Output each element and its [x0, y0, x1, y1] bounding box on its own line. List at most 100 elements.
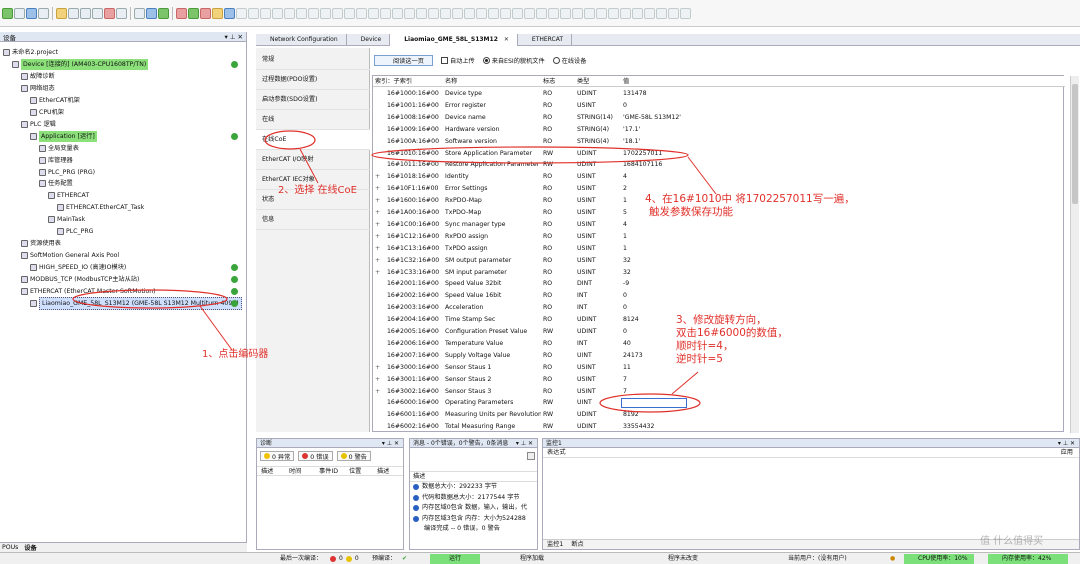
radio-online-device[interactable]: 在线设备	[552, 56, 586, 65]
table-row[interactable]: 16#1009:16#00 Hardware version RO STRING(4)…	[373, 124, 1065, 136]
table-row[interactable]: +16#3002:16#00 Sensor Staus 3 RO USINT 7	[373, 386, 1065, 398]
delete-icon[interactable]	[116, 7, 127, 19]
table-row[interactable]: 16#2001:16#00 Speed Value 32bit RO DINT -9	[373, 278, 1065, 290]
toolbar-button-icon[interactable]	[380, 7, 391, 19]
toolbar-button-icon[interactable]	[332, 7, 343, 19]
expand-icon[interactable]: +	[375, 243, 383, 255]
diag-filter-chip[interactable]: 0 警告	[336, 451, 371, 461]
toolbar-button-icon[interactable]	[644, 7, 655, 19]
messages-pin-controls[interactable]: ▾ ⊥ ✕	[516, 439, 533, 447]
column-header[interactable]: 标志	[543, 76, 575, 87]
cell-value[interactable]: 1	[623, 231, 703, 243]
table-row[interactable]: +16#1C00:16#00 Sync manager type RO USINT 4	[373, 219, 1065, 231]
toolbar-button-icon[interactable]	[596, 7, 607, 19]
device-tree-item[interactable]: 未命名2.project	[3, 47, 58, 58]
stop-icon[interactable]	[200, 7, 211, 19]
watch-pin-controls[interactable]: ▾ ⊥ ✕	[1058, 439, 1075, 447]
new-icon[interactable]	[2, 7, 13, 19]
toolbar-button-icon[interactable]	[416, 7, 427, 19]
toolbar-button-icon[interactable]	[464, 7, 475, 19]
toolbar-button-icon[interactable]	[428, 7, 439, 19]
device-tree-item[interactable]: MainTask	[48, 214, 85, 225]
toolbar-button-icon[interactable]	[452, 7, 463, 19]
print-icon[interactable]	[38, 7, 49, 19]
cell-value[interactable]: 131478	[623, 88, 703, 100]
cell-value[interactable]: 7	[623, 386, 703, 398]
cut-icon[interactable]	[80, 7, 91, 19]
toolbar-button-icon[interactable]	[236, 7, 247, 19]
cell-value[interactable]: 32	[623, 255, 703, 267]
toolbar-button-icon[interactable]	[392, 7, 403, 19]
cell-value[interactable]: 33554432	[623, 421, 703, 433]
cell-value[interactable]: 'GME-58L S13M12'	[623, 112, 703, 124]
device-tree-item[interactable]: ETHERCAT	[48, 190, 89, 201]
scrollbar-thumb[interactable]	[1072, 84, 1078, 204]
step-icon[interactable]	[224, 7, 235, 19]
reset-icon[interactable]	[212, 7, 223, 19]
toolbar-button-icon[interactable]	[368, 7, 379, 19]
cell-value[interactable]: -9	[623, 278, 703, 290]
table-row[interactable]: 16#1011:16#00 Restore Application Paramet…	[373, 159, 1065, 171]
table-row[interactable]: 16#100A:16#00 Software version RO STRING(4)…	[373, 136, 1065, 148]
cell-value[interactable]: 4	[623, 171, 703, 183]
diag-column[interactable]: 位置	[345, 467, 373, 475]
cell-value[interactable]: 7	[623, 374, 703, 386]
column-header[interactable]: 类型	[577, 76, 621, 87]
cell-value[interactable]: 1702257011	[623, 148, 703, 160]
toolbar-button-icon[interactable]	[548, 7, 559, 19]
logout-icon[interactable]	[176, 7, 187, 19]
toolbar-button-icon[interactable]	[356, 7, 367, 19]
tab-watch1[interactable]: 监控1	[547, 540, 563, 549]
auto-upload-checkbox[interactable]: 自动上传	[440, 56, 475, 65]
expand-icon[interactable]: +	[375, 219, 383, 231]
toolbar-button-icon[interactable]	[536, 7, 547, 19]
diag-column[interactable]: 描述	[373, 467, 403, 475]
device-tree-item[interactable]: ETHERCAT (EtherCAT Master SoftMotion)	[21, 286, 156, 297]
table-row[interactable]: 16#6002:16#00 Total Measuring Range RW UDIN…	[373, 421, 1065, 433]
expand-icon[interactable]: +	[375, 362, 383, 374]
tab-devices[interactable]: 设备	[24, 543, 36, 552]
column-header[interactable]: 值	[623, 76, 703, 87]
cell-value[interactable]: 4	[623, 219, 703, 231]
column-header[interactable]: 名称	[445, 76, 541, 87]
device-tree-item[interactable]: PLC 逻辑	[21, 119, 56, 130]
read-page-button[interactable]: 阅读这一页	[374, 54, 433, 66]
device-tree-item[interactable]: ETHERCAT.EtherCAT_Task	[57, 202, 144, 213]
toolbar-button-icon[interactable]	[680, 7, 691, 19]
device-tree-item[interactable]: Application [运行]	[30, 130, 97, 142]
cell-value[interactable]: 0	[623, 100, 703, 112]
table-row[interactable]: +16#1C12:16#00 RxPDO assign RO USINT 1	[373, 231, 1065, 243]
redo-icon[interactable]	[68, 7, 79, 19]
editor-nav-item[interactable]: 常规	[256, 50, 370, 70]
expand-icon[interactable]: +	[375, 374, 383, 386]
toolbar-button-icon[interactable]	[584, 7, 595, 19]
undo-icon[interactable]	[56, 7, 67, 19]
device-tree-item[interactable]: 故障诊断	[21, 71, 55, 82]
toolbar-button-icon[interactable]	[248, 7, 259, 19]
cell-value[interactable]: 1	[623, 243, 703, 255]
device-tree-item[interactable]: Device [连接的] (AM403-CPU1608TP/TN)	[12, 58, 149, 70]
device-tree-item[interactable]: 资源使用表	[21, 238, 61, 249]
run-icon[interactable]	[188, 7, 199, 19]
expand-icon[interactable]: +	[375, 207, 383, 219]
cell-value[interactable]: '17.1'	[623, 124, 703, 136]
device-tree-item[interactable]: MODBUS_TCP (ModbusTCP主站从站)	[21, 274, 139, 285]
diag-pin-controls[interactable]: ▾ ⊥ ✕	[382, 439, 399, 447]
table-row[interactable]: 16#2003:16#00 Acceleration RO INT 0	[373, 302, 1065, 314]
device-tree-item[interactable]: EtherCAT机架	[30, 95, 80, 106]
diag-filter-chip[interactable]: 0 异常	[260, 451, 295, 461]
table-row[interactable]: +16#1018:16#00 Identity RO USINT 4	[373, 171, 1065, 183]
tab-pous[interactable]: POUs	[2, 544, 18, 551]
diag-column[interactable]: 描述	[257, 467, 285, 475]
device-tree-item[interactable]: SoftMotion General Axis Pool	[21, 250, 119, 261]
toolbar-button-icon[interactable]	[344, 7, 355, 19]
device-tree-item[interactable]: CPU机架	[30, 107, 64, 118]
device-tree-item[interactable]: PLC_PRG (PRG)	[39, 167, 95, 178]
toolbar-button-icon[interactable]	[308, 7, 319, 19]
toolbar-button-icon[interactable]	[476, 7, 487, 19]
expand-icon[interactable]: +	[375, 183, 383, 195]
close-tab-icon[interactable]: ✕	[504, 36, 509, 43]
expand-icon[interactable]: +	[375, 255, 383, 267]
device-tree-item[interactable]: Liaomiao_GME_58L_S13M12 (GME-58L S13M12 …	[30, 296, 242, 310]
diag-column[interactable]: 事件ID	[315, 467, 345, 475]
